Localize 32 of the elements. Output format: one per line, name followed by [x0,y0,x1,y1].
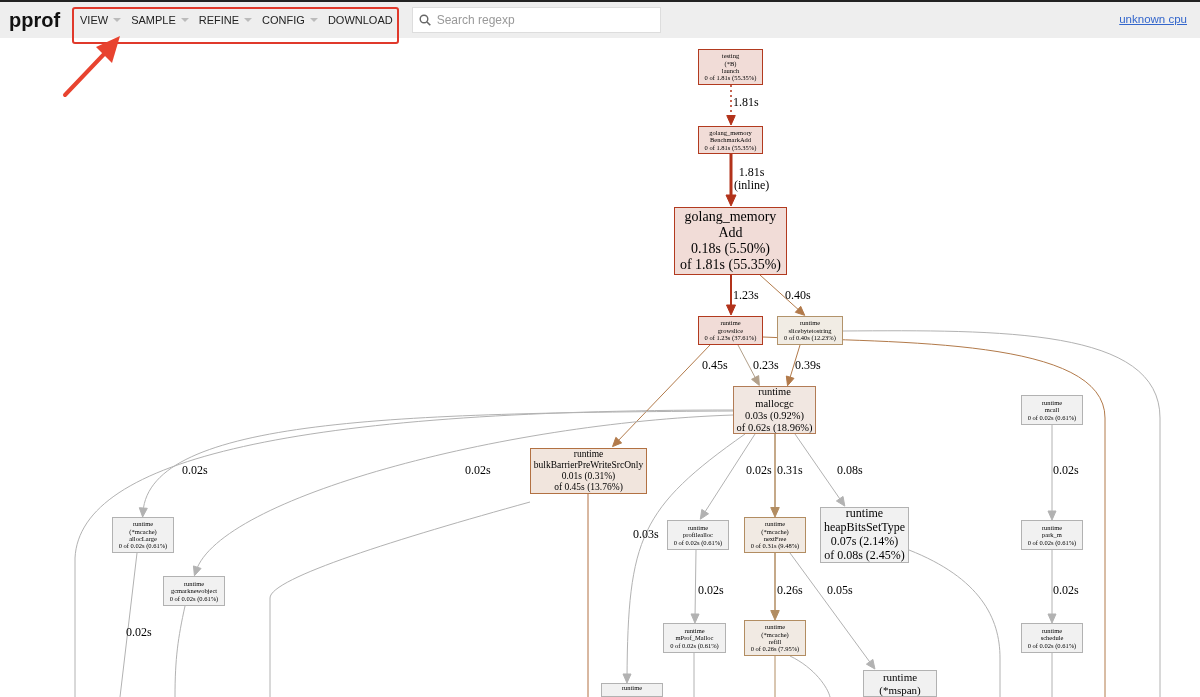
edge-label: 0.26s [777,584,803,597]
edge-label: 1.23s [733,289,759,302]
edge-label: 0.40s [785,289,811,302]
edge-label: 0.02s [182,464,208,477]
menu-item[interactable]: VIEW [75,6,127,34]
menu-item[interactable]: CONFIG [257,6,323,34]
edge-label: 0.03s [633,528,659,541]
edge-label: 0.05s [827,584,853,597]
edge-label: 1.81s [733,96,759,109]
graph-node[interactable]: runtime (*mspan) [863,670,937,697]
edge-label: 0.02s [465,464,491,477]
menu-item[interactable]: REFINE [193,6,258,34]
edge-label: 0.31s [777,464,803,477]
edge-label: 0.02s [698,584,724,597]
profile-link[interactable]: unknown cpu [1119,11,1187,29]
edge-label: 0.23s [753,359,779,372]
edge-label: 0.02s [1053,464,1079,477]
edge-label: 0.39s [795,359,821,372]
graph-node[interactable]: runtime heapBitsSetType 0.07s (2.14%) of 0.08s (2.45%) [820,507,909,563]
edge-label: 0.02s [1053,584,1079,597]
logo: pprof [9,8,62,33]
edge-label: 0.45s [702,359,728,372]
graph-node[interactable]: runtime bulkBarrierPreWriteSrcOnly 0.01s (0.31%) of 0.45s (13.76%) [530,448,647,494]
search-field[interactable]: Search regexp [411,7,661,33]
edge-label: 1.81s (inline) [734,166,770,192]
menu-item[interactable]: SAMPLE [126,6,194,34]
edge-label: 0.02s [126,626,152,639]
graph-node[interactable]: golang_memory Add 0.18s (5.50%) of 1.81s (55.35%) [674,207,787,275]
edge-label: 0.08s [837,464,863,477]
edge-label: 0.02s [746,464,772,477]
graph-node[interactable]: runtime mallocgc 0.03s (0.92%) of 0.62s (18.96%) [733,386,816,434]
menu-item[interactable]: DOWNLOAD [322,6,398,34]
